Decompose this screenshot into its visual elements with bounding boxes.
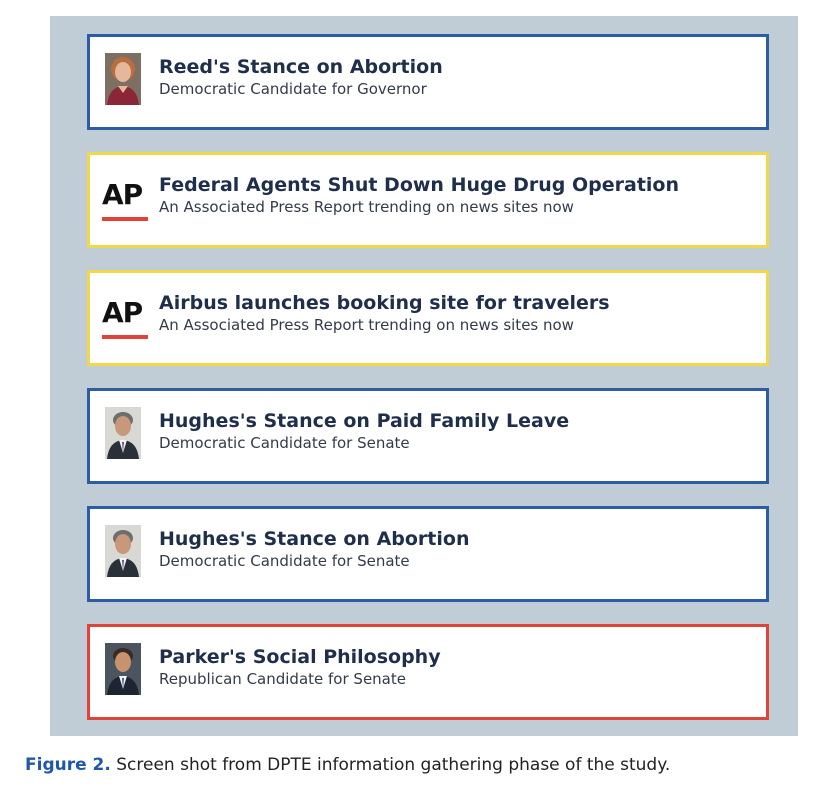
item-title[interactable]: Federal Agents Shut Down Huge Drug Opera… bbox=[159, 173, 679, 197]
candidate-photo-icon bbox=[105, 643, 141, 695]
dpte-screen: Reed's Stance on Abortion Democratic Can… bbox=[50, 16, 798, 736]
ap-logo-icon: AP bbox=[102, 179, 152, 223]
item-title[interactable]: Airbus launches booking site for travele… bbox=[159, 291, 610, 315]
ap-logo-text: AP bbox=[102, 178, 143, 211]
figure-label: Figure 2. bbox=[25, 755, 111, 775]
item-subtitle: An Associated Press Report trending on n… bbox=[159, 198, 574, 216]
ap-logo-underline bbox=[102, 217, 148, 221]
item-subtitle: Republican Candidate for Senate bbox=[159, 670, 406, 688]
ap-logo-icon: AP bbox=[102, 297, 152, 341]
feed-item-hughes-family-leave[interactable]: Hughes's Stance on Paid Family Leave Dem… bbox=[87, 388, 769, 484]
item-subtitle: An Associated Press Report trending on n… bbox=[159, 316, 574, 334]
item-subtitle: Democratic Candidate for Senate bbox=[159, 552, 410, 570]
item-title[interactable]: Reed's Stance on Abortion bbox=[159, 55, 443, 79]
item-title[interactable]: Hughes's Stance on Paid Family Leave bbox=[159, 409, 569, 433]
item-title[interactable]: Hughes's Stance on Abortion bbox=[159, 527, 469, 551]
figure-caption-text: Screen shot from DPTE information gather… bbox=[110, 755, 671, 775]
candidate-photo-icon bbox=[105, 407, 141, 459]
candidate-photo-icon bbox=[105, 525, 141, 577]
figure-caption: Figure 2. Screen shot from DPTE informat… bbox=[25, 755, 670, 775]
feed-item-ap-drug-operation[interactable]: AP Federal Agents Shut Down Huge Drug Op… bbox=[87, 152, 769, 248]
feed-item-reed-abortion[interactable]: Reed's Stance on Abortion Democratic Can… bbox=[87, 34, 769, 130]
feed-item-hughes-abortion[interactable]: Hughes's Stance on Abortion Democratic C… bbox=[87, 506, 769, 602]
feed-item-parker-social-philosophy[interactable]: Parker's Social Philosophy Republican Ca… bbox=[87, 624, 769, 720]
item-subtitle: Democratic Candidate for Governor bbox=[159, 80, 427, 98]
ap-logo-text: AP bbox=[102, 296, 143, 329]
candidate-photo-icon bbox=[105, 53, 141, 105]
item-title[interactable]: Parker's Social Philosophy bbox=[159, 645, 441, 669]
feed-item-ap-airbus[interactable]: AP Airbus launches booking site for trav… bbox=[87, 270, 769, 366]
item-subtitle: Democratic Candidate for Senate bbox=[159, 434, 410, 452]
ap-logo-underline bbox=[102, 335, 148, 339]
